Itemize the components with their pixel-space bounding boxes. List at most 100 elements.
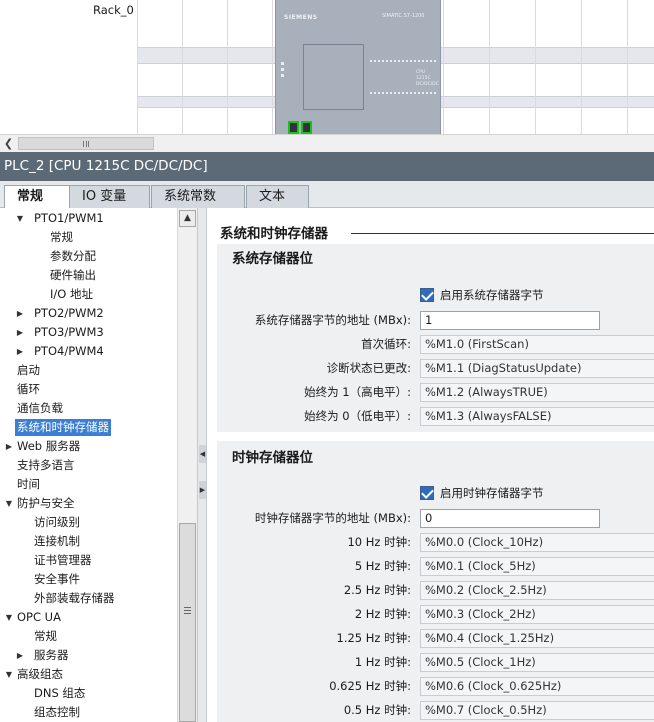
expand-right-icon[interactable]: ▶ xyxy=(199,481,206,499)
nav-tree-item[interactable]: ▶ PTO4/PWM4 xyxy=(0,342,177,361)
nav-tree-item[interactable]: 常规 xyxy=(0,228,177,247)
nav-tree-item[interactable]: 常规 xyxy=(0,627,177,646)
nav-tree-item[interactable]: 启动 xyxy=(0,361,177,380)
nav-tree-item[interactable]: 证书管理器 xyxy=(0,551,177,570)
expand-arrow-right-icon[interactable]: ▶ xyxy=(15,323,25,342)
rack-slot-divider xyxy=(443,0,444,134)
nav-tree-item[interactable]: DNS 组态 xyxy=(0,684,177,703)
hscroll-thumb[interactable] xyxy=(18,137,154,150)
navigation-tree: ▼ PTO1/PWM1 常规 参数分配 硬件输出 I/O 地址 ▶ PTO2/PWM2 ▶ PTO… xyxy=(0,208,177,722)
tab-texts[interactable]: 文本 xyxy=(246,185,309,208)
section-divider xyxy=(351,233,654,234)
vscroll-thumb[interactable] xyxy=(179,523,196,722)
ethernet-port-icon[interactable] xyxy=(288,121,299,134)
nav-tree-item-label: Web 服务器 xyxy=(17,439,81,453)
nav-tree-item[interactable]: ▼ OPC UA xyxy=(0,608,177,627)
plc-status-led xyxy=(281,74,284,77)
expand-arrow-right-icon[interactable]: ▶ xyxy=(15,304,25,323)
nav-tree-item-label: 硬件输出 xyxy=(50,268,96,282)
expand-arrow-right-icon[interactable]: ▶ xyxy=(4,437,14,456)
nav-tree-item-label: 启动 xyxy=(17,363,40,377)
rack-label: Rack_0 xyxy=(93,3,134,17)
nav-tree-item-label: 安全事件 xyxy=(34,572,80,586)
checkbox-checked-icon[interactable] xyxy=(420,486,434,500)
expand-arrow-right-icon[interactable]: ▶ xyxy=(15,646,25,665)
field-label: 系统存储器字节的地址 (MBx): xyxy=(254,313,411,327)
system-memory-group: 系统存储器位 启用系统存储器字节 系统存储器字节的地址 (MBx): 1 首次循… xyxy=(217,244,654,432)
nav-tree-item-label: DNS 组态 xyxy=(34,686,86,700)
readonly-bit-field: %M1.0 (FirstScan) xyxy=(420,335,654,354)
readonly-bit-field: %M0.5 (Clock_1Hz) xyxy=(420,653,654,672)
ethernet-port-icon[interactable] xyxy=(301,121,312,134)
readonly-bit-field: %M0.2 (Clock_2.5Hz) xyxy=(420,581,654,600)
expand-arrow-down-icon[interactable]: ▼ xyxy=(4,608,14,627)
nav-tree-item-label: 连接机制 xyxy=(34,534,80,548)
checkbox-label: 启用时钟存储器字节 xyxy=(440,486,544,500)
plc-io-leds xyxy=(370,92,436,94)
nav-tree-item[interactable]: ▶ Web 服务器 xyxy=(0,437,177,456)
field-label: 0.5 Hz 时钟: xyxy=(343,703,411,717)
nav-tree-item[interactable]: ▶ PTO3/PWM3 xyxy=(0,323,177,342)
rack-slot-divider xyxy=(227,0,228,134)
nav-tree-item[interactable]: 外部装载存储器 xyxy=(0,589,177,608)
clock-memory-address-input[interactable]: 0 xyxy=(420,509,600,528)
panel-splitter[interactable]: ◀ ▶ xyxy=(197,208,207,722)
checkbox-checked-icon[interactable] xyxy=(420,288,434,302)
plc-module[interactable]: SIEMENS SIMATIC S7-1200 CPU 1215C DC/DC/… xyxy=(275,0,441,134)
plc-brand-label: SIEMENS xyxy=(284,14,318,21)
readonly-bit-field: %M1.3 (AlwaysFALSE) xyxy=(420,407,654,426)
tab-io-tags[interactable]: IO 变量 xyxy=(69,185,150,208)
nav-tree-item[interactable]: I/O 地址 xyxy=(0,285,177,304)
nav-tree-item[interactable]: 通信负载 xyxy=(0,399,177,418)
field-label: 5 Hz 时钟: xyxy=(354,559,411,573)
nav-tree-item[interactable]: ▼ 高级组态 xyxy=(0,665,177,684)
nav-tree-item[interactable]: 参数分配 xyxy=(0,247,177,266)
nav-tree-item[interactable]: 组态控制 xyxy=(0,703,177,722)
nav-tree-item[interactable]: 连接机制 xyxy=(0,532,177,551)
field-label: 诊断状态已更改: xyxy=(326,361,411,375)
clock-memory-group: 时钟存储器位 启用时钟存储器字节 时钟存储器字节的地址 (MBx): 0 10 … xyxy=(217,441,654,722)
plc-io-leds xyxy=(370,60,436,62)
expand-arrow-right-icon[interactable]: ▶ xyxy=(15,342,25,361)
collapse-left-icon[interactable]: ◀ xyxy=(199,445,206,463)
inspector-tabs: 常规 IO 变量 系统常数 文本 xyxy=(0,181,654,209)
tab-label: IO 变量 xyxy=(82,189,127,204)
readonly-bit-field: %M0.4 (Clock_1.25Hz) xyxy=(420,629,654,648)
nav-tree-vscrollbar[interactable]: ▲ xyxy=(177,208,197,722)
scroll-left-icon[interactable]: ❮ xyxy=(0,135,17,152)
nav-tree-item[interactable]: 安全事件 xyxy=(0,570,177,589)
system-memory-address-input[interactable]: 1 xyxy=(420,311,600,330)
nav-tree-item-label: 服务器 xyxy=(34,648,69,662)
scroll-up-icon[interactable]: ▲ xyxy=(179,210,196,227)
nav-tree-item[interactable]: 系统和时钟存储器 xyxy=(0,418,177,437)
tab-general[interactable]: 常规 xyxy=(4,185,73,209)
nav-tree-item-label: PTO3/PWM3 xyxy=(34,325,104,339)
tab-system-constants[interactable]: 系统常数 xyxy=(151,185,245,208)
nav-tree-item[interactable]: ▶ 服务器 xyxy=(0,646,177,665)
rack-slot-divider xyxy=(535,0,536,134)
nav-tree-item-label: 循环 xyxy=(17,382,40,396)
nav-tree-item-label: I/O 地址 xyxy=(50,287,93,301)
nav-tree-item[interactable]: 循环 xyxy=(0,380,177,399)
readonly-bit-field: %M0.7 (Clock_0.5Hz) xyxy=(420,701,654,720)
expand-arrow-down-icon[interactable]: ▼ xyxy=(4,494,14,513)
nav-tree-item[interactable]: 访问级别 xyxy=(0,513,177,532)
nav-tree-item-label: 外部装载存储器 xyxy=(34,591,115,605)
nav-tree-item-label: 常规 xyxy=(50,230,73,244)
field-label: 首次循环: xyxy=(361,337,411,351)
expand-arrow-down-icon[interactable]: ▼ xyxy=(4,665,14,684)
nav-tree-item[interactable]: 支持多语言 xyxy=(0,456,177,475)
nav-tree-item-label: 常规 xyxy=(34,629,57,643)
nav-tree-item-label: 高级组态 xyxy=(17,667,63,681)
rack-slot-divider xyxy=(272,0,273,134)
nav-tree-item[interactable]: ▼ PTO1/PWM1 xyxy=(0,209,177,228)
device-view-hscrollbar[interactable]: ❮ xyxy=(0,134,654,152)
nav-tree-item-label: 系统和时钟存储器 xyxy=(15,419,111,436)
nav-tree-item[interactable]: ▶ PTO2/PWM2 xyxy=(0,304,177,323)
nav-tree-item[interactable]: ▼ 防护与安全 xyxy=(0,494,177,513)
tab-label: 系统常数 xyxy=(164,189,217,204)
nav-tree-item[interactable]: 时间 xyxy=(0,475,177,494)
expand-arrow-down-icon[interactable]: ▼ xyxy=(15,209,25,228)
nav-tree-item[interactable]: 硬件输出 xyxy=(0,266,177,285)
field-label: 0.625 Hz 时钟: xyxy=(329,679,411,693)
